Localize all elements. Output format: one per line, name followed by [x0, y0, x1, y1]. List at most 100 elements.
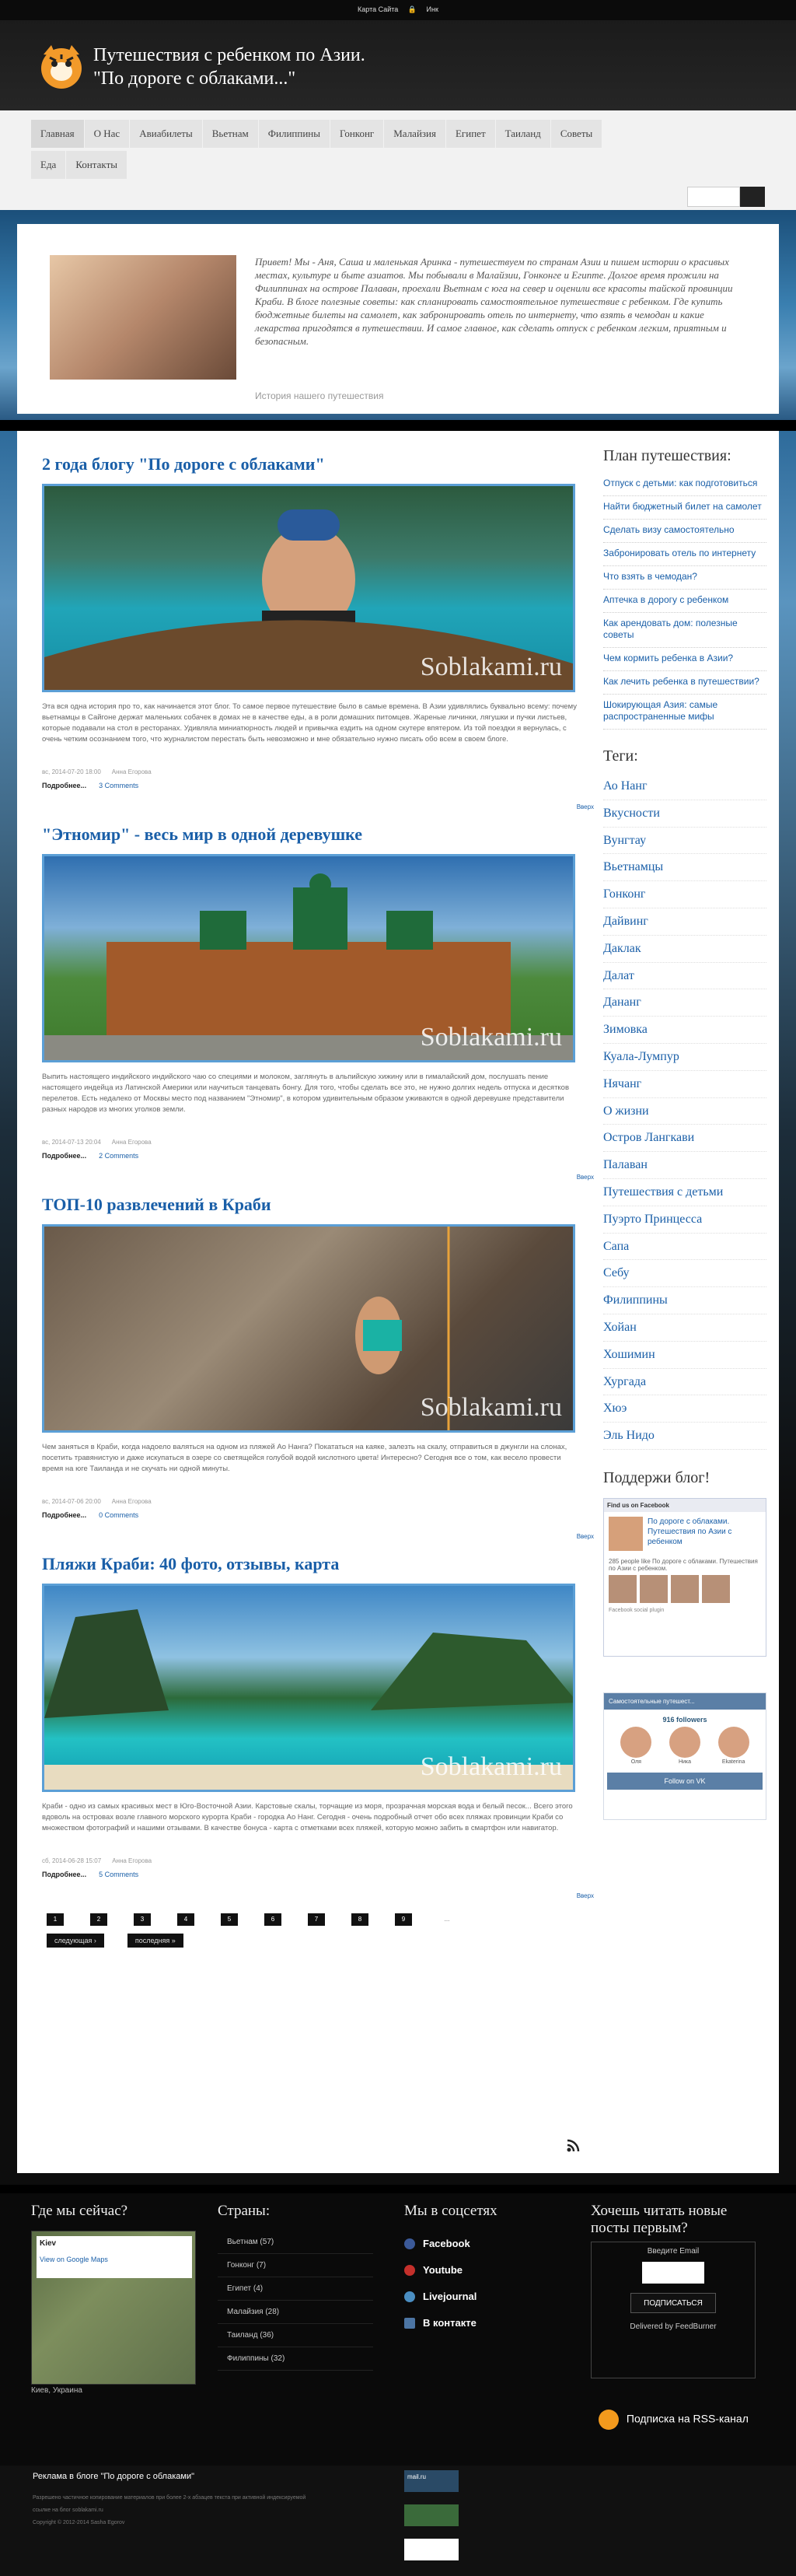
- tag-link[interactable]: О жизни: [603, 1098, 766, 1125]
- vk-avatar[interactable]: Ника: [669, 1726, 700, 1765]
- tag-link[interactable]: Дайвинг: [603, 908, 766, 936]
- plan-link[interactable]: Найти бюджетный билет на самолет: [603, 496, 766, 520]
- rss-feed-icon[interactable]: [566, 2139, 580, 2153]
- nav-tips[interactable]: Советы: [550, 120, 603, 148]
- search-button[interactable]: [740, 187, 765, 207]
- nav-home[interactable]: Главная: [31, 120, 85, 148]
- nav-thailand[interactable]: Таиланд: [495, 120, 551, 148]
- fb-page-name[interactable]: По дороге с облаками. Путешествия по Ази…: [604, 1512, 766, 1551]
- mail-counter-badge[interactable]: mail.ru: [404, 2470, 459, 2492]
- tag-link[interactable]: Зимовка: [603, 1017, 766, 1044]
- comments-link[interactable]: 3 Comments: [99, 782, 138, 789]
- nav-food[interactable]: Еда: [31, 151, 67, 179]
- nav-contacts[interactable]: Контакты: [66, 151, 127, 179]
- tag-link[interactable]: Вьетнамцы: [603, 854, 766, 882]
- page-link[interactable]: 5: [221, 1913, 238, 1926]
- tiger-logo-icon[interactable]: [34, 37, 89, 93]
- back-to-top-link[interactable]: Вверх: [42, 803, 594, 810]
- fb-face[interactable]: [609, 1574, 637, 1603]
- post-author[interactable]: Анна Егорова: [112, 1857, 152, 1864]
- page-link[interactable]: 9: [395, 1913, 412, 1926]
- plan-link[interactable]: Что взять в чемодан?: [603, 566, 766, 590]
- post-title[interactable]: 2 года блогу "По дороге с облаками": [42, 454, 594, 474]
- nav-hongkong[interactable]: Гонконг: [330, 120, 385, 148]
- next-page-link[interactable]: следующая ›: [47, 1934, 104, 1948]
- tag-link[interactable]: Себу: [603, 1260, 766, 1288]
- tag-link[interactable]: Остров Лангкави: [603, 1125, 766, 1153]
- vk-avatar[interactable]: Оля: [620, 1726, 652, 1765]
- google-maps-link[interactable]: View on Google Maps: [40, 2256, 189, 2263]
- post-image[interactable]: Soblakami.ru: [42, 1584, 575, 1792]
- tag-link[interactable]: Филиппины: [603, 1287, 766, 1314]
- subscribe-button[interactable]: ПОДПИСАТЬСЯ: [630, 2293, 716, 2313]
- nav-vietnam[interactable]: Вьетнам: [202, 120, 259, 148]
- rss-subscribe-link[interactable]: Подписка на RSS-канал: [599, 2410, 749, 2430]
- fb-face[interactable]: [671, 1574, 699, 1603]
- plan-link[interactable]: Шокирующая Азия: самые распространенные …: [603, 695, 766, 730]
- liveinternet-counter-badge[interactable]: [404, 2539, 459, 2560]
- page-link[interactable]: 8: [351, 1913, 368, 1926]
- fb-plugin-link[interactable]: Facebook social plugin: [604, 1603, 766, 1618]
- vk-follow-button[interactable]: Follow on VK: [607, 1772, 763, 1790]
- page-link[interactable]: 6: [264, 1913, 281, 1926]
- tag-link[interactable]: Хургада: [603, 1369, 766, 1396]
- fb-face[interactable]: [702, 1574, 730, 1603]
- plan-link[interactable]: Чем кормить ребенка в Азии?: [603, 648, 766, 671]
- read-more-link[interactable]: Подробнее...: [42, 782, 86, 789]
- page-link[interactable]: 4: [177, 1913, 194, 1926]
- country-link[interactable]: Гонконг (7): [218, 2254, 373, 2277]
- plan-link[interactable]: Сделать визу самостоятельно: [603, 520, 766, 543]
- facebook-link[interactable]: Facebook: [404, 2231, 560, 2257]
- tag-link[interactable]: Дананг: [603, 989, 766, 1017]
- vk-avatar[interactable]: Ekaterina: [717, 1726, 749, 1765]
- location-map[interactable]: Kiev View on Google Maps: [31, 2231, 196, 2385]
- youtube-link[interactable]: Youtube: [404, 2257, 560, 2284]
- search-input[interactable]: [687, 187, 740, 207]
- page-link[interactable]: 1: [47, 1913, 64, 1926]
- read-more-link[interactable]: Подробнее...: [42, 1871, 86, 1878]
- tag-link[interactable]: Гонконг: [603, 881, 766, 908]
- tag-link[interactable]: Даклак: [603, 936, 766, 963]
- comments-link[interactable]: 0 Comments: [99, 1511, 138, 1519]
- plan-link[interactable]: Отпуск с детьми: как подготовиться: [603, 473, 766, 496]
- vkontakte-link[interactable]: В контакте: [404, 2310, 560, 2336]
- post-image[interactable]: Soblakami.ru: [42, 484, 575, 692]
- country-link[interactable]: Филиппины (32): [218, 2347, 373, 2371]
- country-link[interactable]: Малайзия (28): [218, 2301, 373, 2324]
- tag-link[interactable]: Палаван: [603, 1152, 766, 1179]
- back-to-top-link[interactable]: Вверх: [42, 1533, 594, 1540]
- tag-link[interactable]: Эль Нидо: [603, 1423, 766, 1450]
- nav-flights[interactable]: Авиабилеты: [130, 120, 203, 148]
- back-to-top-link[interactable]: Вверх: [42, 1174, 594, 1181]
- read-more-link[interactable]: Подробнее...: [42, 1152, 86, 1160]
- tag-link[interactable]: Нячанг: [603, 1071, 766, 1098]
- login-link[interactable]: Инк: [427, 5, 438, 13]
- tag-link[interactable]: Вунгтау: [603, 828, 766, 855]
- read-more-link[interactable]: Подробнее...: [42, 1511, 86, 1519]
- last-page-link[interactable]: последняя »: [127, 1934, 183, 1948]
- post-image[interactable]: Soblakami.ru: [42, 1224, 575, 1433]
- post-title[interactable]: Пляжи Краби: 40 фото, отзывы, карта: [42, 1554, 594, 1574]
- post-author[interactable]: Анна Егорова: [112, 1498, 152, 1505]
- fb-face[interactable]: [640, 1574, 668, 1603]
- post-title[interactable]: "Этномир" - весь мир в одной деревушке: [42, 824, 594, 845]
- tag-link[interactable]: Ао Нанг: [603, 773, 766, 800]
- comments-link[interactable]: 2 Comments: [99, 1152, 138, 1160]
- ad-link[interactable]: Реклама в блоге "По дороге с облаками": [33, 2472, 194, 2481]
- nav-malaysia[interactable]: Малайзия: [384, 120, 446, 148]
- tag-link[interactable]: Путешествия с детьми: [603, 1179, 766, 1206]
- page-link[interactable]: 7: [308, 1913, 325, 1926]
- page-link[interactable]: 3: [134, 1913, 151, 1926]
- post-author[interactable]: Анна Егорова: [112, 768, 152, 775]
- post-title[interactable]: ТОП-10 развлечений в Краби: [42, 1195, 594, 1215]
- tag-link[interactable]: Далат: [603, 963, 766, 990]
- our-story-link[interactable]: История нашего путешествия: [255, 390, 384, 401]
- tag-link[interactable]: Хошимин: [603, 1342, 766, 1369]
- plan-link[interactable]: Забронировать отель по интернету: [603, 543, 766, 566]
- nav-about[interactable]: О Нас: [84, 120, 131, 148]
- tag-link[interactable]: Сапа: [603, 1234, 766, 1261]
- vk-widget-header[interactable]: Самостоятельные путешест...: [604, 1692, 766, 1710]
- country-link[interactable]: Вьетнам (57): [218, 2231, 373, 2254]
- plan-link[interactable]: Аптечка в дорогу с ребенком: [603, 590, 766, 613]
- livejournal-link[interactable]: Livejournal: [404, 2284, 560, 2310]
